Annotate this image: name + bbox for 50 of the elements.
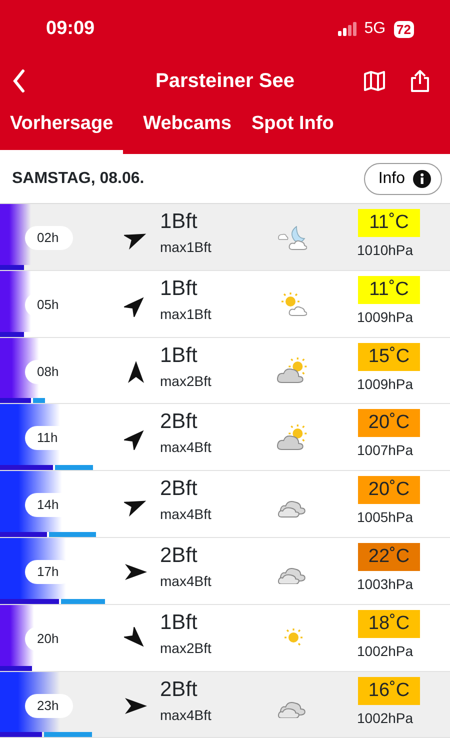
max-wind: max1Bft bbox=[160, 238, 212, 257]
pressure: 1005hPa bbox=[357, 508, 414, 528]
max-wind: max2Bft bbox=[160, 372, 212, 391]
map-icon[interactable] bbox=[364, 71, 386, 91]
wind-speed: 1Bft bbox=[160, 276, 198, 301]
max-wind: max4Bft bbox=[160, 572, 212, 591]
network-label: 5G bbox=[364, 19, 386, 39]
info-button[interactable]: Info bbox=[364, 162, 442, 194]
status-time: 09:09 bbox=[46, 16, 95, 41]
temperature: 20˚C bbox=[358, 409, 420, 438]
pressure: 1009hPa bbox=[357, 374, 414, 394]
pressure: 1003hPa bbox=[357, 574, 414, 594]
max-wind: max4Bft bbox=[160, 505, 212, 524]
tab[interactable]: Webcams bbox=[143, 110, 232, 154]
wind-speed: 1Bft bbox=[160, 210, 198, 234]
max-wind: max4Bft bbox=[160, 706, 212, 725]
wind-speed: 2Bft bbox=[160, 678, 198, 702]
wind-gradient bbox=[0, 204, 31, 265]
wind-speed: 2Bft bbox=[160, 544, 198, 568]
back-icon[interactable] bbox=[12, 69, 26, 93]
wind-gradient bbox=[0, 604, 34, 666]
temperature: 18˚C bbox=[358, 610, 420, 638]
wind-speed: 2Bft bbox=[160, 477, 198, 502]
max-wind: max1Bft bbox=[160, 304, 212, 324]
tab[interactable]: Vorhersage bbox=[0, 110, 124, 154]
pressure: 1007hPa bbox=[357, 441, 414, 460]
tab[interactable]: Spot Info bbox=[252, 110, 334, 154]
battery-level: 72 bbox=[394, 20, 414, 38]
wind-speed: 1Bft bbox=[160, 344, 198, 368]
pressure: 1002hPa bbox=[357, 708, 414, 728]
temperature: 11˚C bbox=[358, 209, 420, 237]
max-wind: max4Bft bbox=[160, 438, 212, 458]
temperature: 11˚C bbox=[358, 276, 420, 304]
pressure: 1009hPa bbox=[357, 308, 414, 327]
page-title: Parsteiner See bbox=[156, 70, 294, 92]
hour-label: 23h bbox=[25, 694, 73, 718]
pressure: 1010hPa bbox=[357, 241, 414, 260]
info-icon bbox=[413, 170, 431, 188]
wind-speed: 1Bft bbox=[160, 610, 198, 635]
temperature: 15˚C bbox=[358, 342, 420, 371]
wind-gradient bbox=[0, 270, 31, 332]
temperature: 22˚C bbox=[358, 542, 420, 571]
temperature: 16˚C bbox=[358, 676, 420, 705]
hour-label: 02h bbox=[25, 226, 73, 250]
max-wind: max2Bft bbox=[160, 638, 212, 658]
share-icon[interactable] bbox=[410, 69, 430, 93]
temperature: 20˚C bbox=[358, 476, 420, 504]
day-title: SAMSTAG, 08.06. bbox=[12, 168, 144, 188]
wind-speed: 2Bft bbox=[160, 410, 198, 434]
pressure: 1002hPa bbox=[357, 642, 414, 661]
